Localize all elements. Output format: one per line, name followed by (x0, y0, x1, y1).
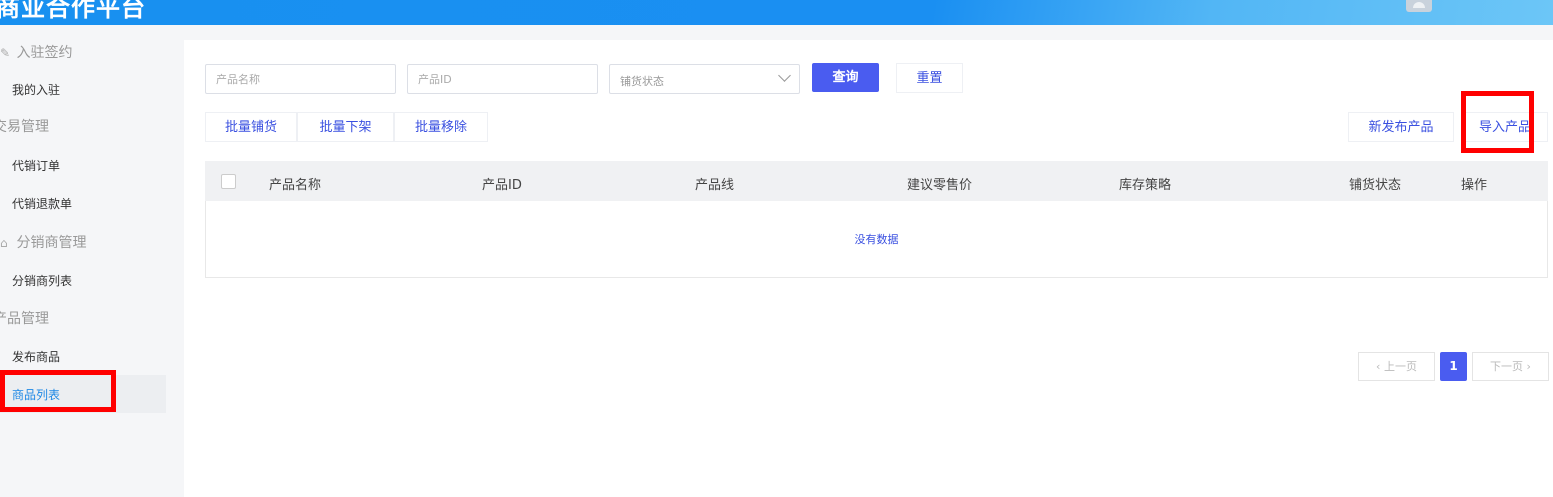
sidebar-group-distributors[interactable]: ⌂ 分销商管理 (0, 232, 86, 252)
chevron-down-icon (778, 69, 791, 82)
sidebar-group-label: 入驻签约 (16, 45, 73, 61)
select-all-checkbox[interactable] (221, 174, 236, 189)
sidebar-item-distributor-list[interactable]: 分销商列表 (12, 272, 72, 289)
sidebar-item-my-onboarding[interactable]: 我的入驻 (12, 81, 60, 98)
column-header-product-id: 产品ID (482, 178, 522, 193)
column-header-actions: 操作 (1461, 178, 1488, 193)
table-body: 没有数据 (205, 201, 1548, 278)
sidebar-item-consign-refunds[interactable]: 代销退款单 (12, 195, 72, 212)
next-page-label: 下一页 (1490, 360, 1524, 373)
product-name-input[interactable] (206, 65, 395, 93)
column-header-product-line: 产品线 (695, 178, 735, 193)
next-page-button[interactable]: 下一页 › (1472, 352, 1549, 381)
new-product-button[interactable]: 新发布产品 (1348, 112, 1454, 142)
reset-button[interactable]: 重置 (896, 63, 963, 93)
avatar-icon[interactable] (1406, 0, 1432, 12)
column-header-product-name: 产品名称 (269, 178, 322, 193)
chevron-left-icon: ‹ (1376, 360, 1384, 373)
batch-offshelf-button[interactable]: 批量下架 (297, 112, 394, 142)
column-header-distribute-status: 铺货状态 (1349, 178, 1402, 193)
sidebar: ✎ 入驻签约 我的入驻 交易管理 代销订单 代销退款单 ⌂ 分销商管理 分销商列… (0, 25, 166, 497)
status-select[interactable]: 铺货状态 (609, 64, 800, 94)
home-icon: ⌂ (0, 236, 8, 250)
highlight-box-import-product (1461, 91, 1534, 153)
table-header: 产品名称 产品ID 产品线 建议零售价 库存策略 铺货状态 操作 (205, 161, 1548, 201)
sidebar-item-publish-product[interactable]: 发布商品 (12, 348, 60, 365)
sidebar-group-label: 分销商管理 (16, 235, 87, 251)
content-left-gutter (166, 25, 184, 497)
highlight-box-product-list (0, 370, 116, 412)
sidebar-item-consign-orders[interactable]: 代销订单 (12, 157, 60, 174)
column-header-stock-strategy: 库存策略 (1119, 178, 1172, 193)
sidebar-group-products[interactable]: 产品管理 (0, 308, 49, 328)
product-id-input[interactable] (408, 65, 597, 93)
empty-state-text: 没有数据 (854, 233, 899, 246)
sidebar-group-trade[interactable]: 交易管理 (0, 116, 49, 136)
column-header-retail-price: 建议零售价 (907, 178, 973, 193)
app-title: 商业合作平台 (0, 0, 146, 22)
product-id-input-wrap (407, 64, 598, 94)
current-page-button[interactable]: 1 (1440, 352, 1467, 381)
sidebar-group-signing[interactable]: ✎ 入驻签约 (0, 42, 72, 62)
chevron-right-icon: › (1523, 360, 1531, 373)
batch-distribute-button[interactable]: 批量铺货 (205, 112, 297, 142)
search-button[interactable]: 查询 (812, 63, 879, 92)
status-select-placeholder: 铺货状态 (620, 75, 664, 88)
product-name-input-wrap (205, 64, 396, 94)
sign-icon: ✎ (0, 46, 11, 60)
top-header-bar: 商业合作平台 (0, 0, 1553, 25)
prev-page-label: 上一页 (1383, 360, 1417, 373)
batch-remove-button[interactable]: 批量移除 (394, 112, 488, 142)
content-top-gutter (166, 25, 1553, 40)
prev-page-button[interactable]: ‹ 上一页 (1358, 352, 1435, 381)
